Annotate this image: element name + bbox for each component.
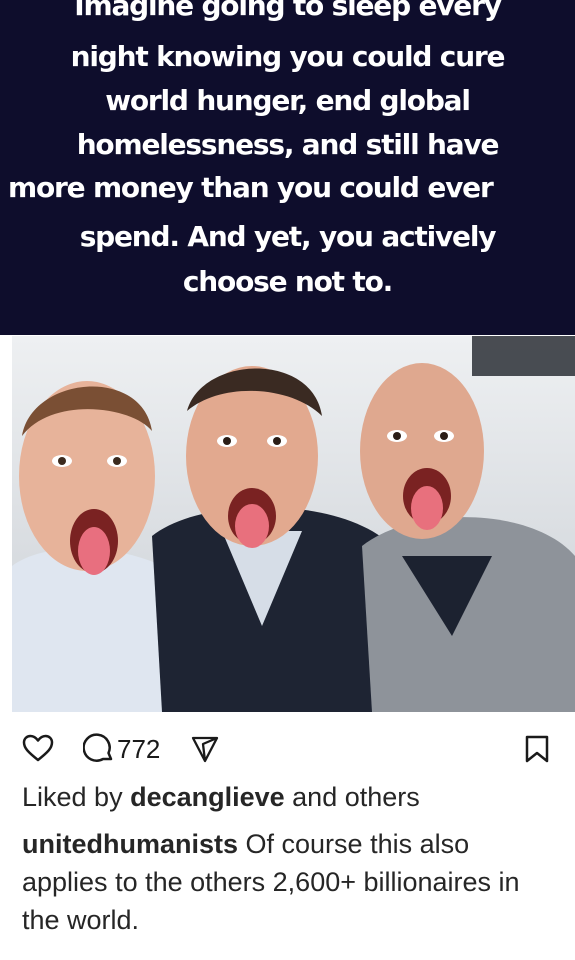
post-caption: unitedhumanists Of course this also appl… <box>22 825 562 939</box>
liked-by-username[interactable]: decanglieve <box>130 782 285 812</box>
heart-icon[interactable] <box>22 734 54 762</box>
comment-count: 772 <box>117 734 161 764</box>
liked-by-line: Liked by decanglieve and others <box>22 780 420 814</box>
meme-text-line: spend. And yet, you actively <box>79 220 497 253</box>
meme-text-line: night knowing you could cure <box>70 40 506 73</box>
three-men-photo <box>12 336 575 712</box>
meme-text-line: more money than you could ever <box>8 171 494 204</box>
post-action-bar <box>0 712 575 778</box>
liked-by-suffix[interactable]: and others <box>285 782 420 812</box>
comment-bubble-icon[interactable] <box>83 732 115 764</box>
meme-text-line: Imagine going to sleep every <box>74 0 502 22</box>
post-photo[interactable] <box>12 336 575 712</box>
send-icon[interactable] <box>190 734 220 764</box>
caption-username[interactable]: unitedhumanists <box>22 829 238 859</box>
meme-text-line: homelessness, and still have <box>76 128 500 161</box>
meme-text-panel: Imagine going to sleep every night knowi… <box>0 0 575 335</box>
bookmark-icon[interactable] <box>524 734 550 764</box>
meme-text-line: world hunger, end global <box>105 84 471 117</box>
meme-text-line: choose not to. <box>182 265 393 298</box>
liked-by-prefix: Liked by <box>22 782 131 812</box>
